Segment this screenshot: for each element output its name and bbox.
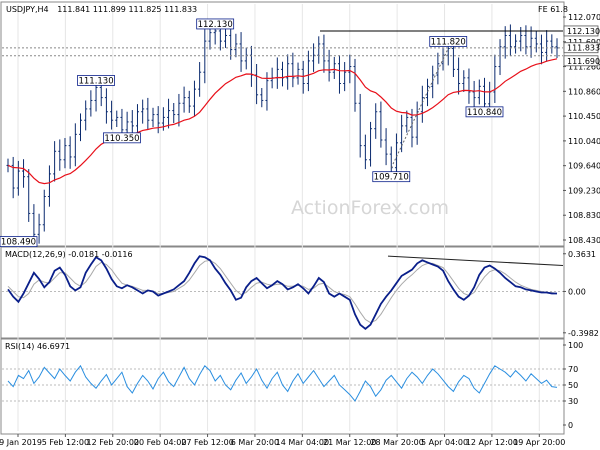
swing-label-text: 110.350 — [104, 134, 139, 144]
x-tick-label: 12 Feb 20:00 — [87, 438, 139, 447]
x-tick-label: 28 Mar 20:00 — [370, 438, 423, 447]
symbol-text: USDJPY,H4 — [6, 5, 49, 14]
swing-label-text: 109.710 — [374, 173, 409, 183]
price-y-tick-label: 110.450 — [568, 112, 600, 121]
symbol-title: USDJPY,H4 111.841 111.899 111.825 111.83… — [6, 5, 197, 14]
chart-window: ActionForex.com 108.490 111.130 110.350 112… — [0, 1, 600, 447]
price-y-tick-label: 109.640 — [568, 162, 600, 171]
swing-label-text: 110.840 — [467, 108, 502, 118]
price-y-tick-label: 108.430 — [568, 236, 600, 245]
rsi-panel — [0, 338, 565, 435]
macd-y-tick-label: 0.3631 — [568, 250, 596, 259]
x-tick-label: 19 Apr 20:00 — [513, 438, 565, 447]
price-y-tick-label: 110.860 — [568, 87, 600, 96]
x-tick-label: 27 Feb 12:00 — [181, 438, 233, 447]
macd-title: MACD(12,26,9) -0.0181 -0.0116 — [5, 250, 133, 259]
price-level-badge-text: 112.130 — [567, 27, 600, 36]
price-level-badge-text: 111.690 — [567, 57, 600, 66]
swing-label-text: 112.130 — [198, 20, 233, 30]
price-y-tick-label: 112.070 — [568, 13, 600, 22]
x-tick-label: 29 Jan 2019 — [0, 438, 42, 447]
rsi-y-tick-label: 100 — [568, 341, 583, 350]
x-tick-label: 6 Mar 20:00 — [231, 438, 279, 447]
rsi-y-tick-label: 30 — [568, 397, 578, 406]
x-tick-label: 5 Apr 04:00 — [421, 438, 468, 447]
x-tick-label: 12 Apr 12:00 — [466, 438, 518, 447]
rsi-y-tick-label: 0 — [568, 421, 573, 430]
watermark: ActionForex.com — [291, 197, 449, 219]
x-tick-label: 5 Feb 12:00 — [42, 438, 89, 447]
price-level-badge-text: 111.833 — [567, 44, 600, 53]
ohlc-text: 111.841 111.899 111.825 111.833 — [57, 5, 197, 14]
fe-label: FE 61.8 — [538, 5, 568, 14]
macd-y-tick-label: -0.3982 — [568, 329, 599, 338]
price-y-tick-label: 109.230 — [568, 186, 600, 195]
rsi-y-tick-label: 50 — [568, 381, 578, 390]
rsi-title: RSI(14) 46.6971 — [5, 342, 70, 351]
x-tick-label: 20 Feb 04:00 — [134, 438, 186, 447]
rsi-y-tick-label: 70 — [568, 365, 578, 374]
watermark-text: ActionForex.com — [291, 197, 449, 219]
x-tick-label: 14 Mar 04:00 — [276, 438, 329, 447]
x-tick-label: 21 Mar 12:00 — [323, 438, 376, 447]
swing-label-text: 108.490 — [1, 238, 36, 248]
swing-label-text: 111.820 — [431, 37, 466, 47]
swing-label-text: 111.130 — [78, 76, 113, 86]
price-y-tick-label: 108.830 — [568, 211, 600, 220]
macd-y-tick-label: 0.00 — [568, 287, 586, 296]
price-y-tick-label: 110.040 — [568, 137, 600, 146]
